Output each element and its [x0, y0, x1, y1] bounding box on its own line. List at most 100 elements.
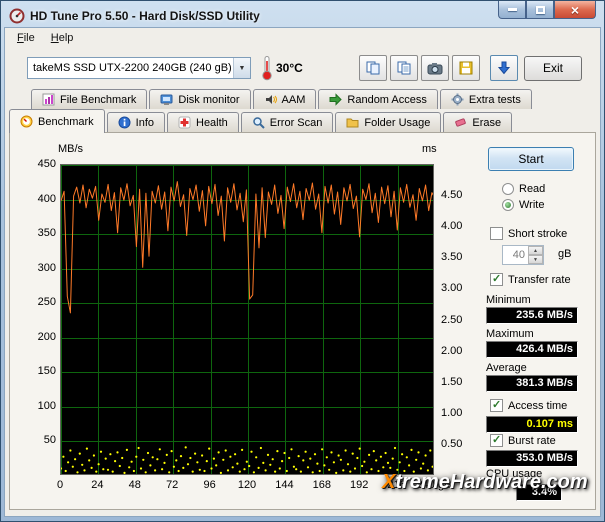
magnifier-icon [252, 116, 265, 129]
y-axis-right-tick: 2.50 [441, 314, 477, 326]
y-axis-left-tick: 50 [14, 434, 56, 446]
x-axis-tick: 192 [350, 479, 368, 491]
write-radio[interactable] [502, 199, 514, 211]
maximum-label: Maximum [486, 328, 534, 340]
tab-label: Error Scan [270, 117, 323, 129]
minimize-icon [508, 8, 517, 11]
access-time-row: ✓ Access time [490, 399, 567, 412]
read-radio-label: Read [519, 183, 545, 195]
y-axis-right-tick: 1.50 [441, 376, 477, 388]
stepper-up-button[interactable]: ▲ [528, 246, 543, 255]
y-axis-right-tick: 3.50 [441, 251, 477, 263]
menubar: File Help [5, 28, 600, 48]
short-stroke-checkbox[interactable]: ✓ [490, 227, 503, 240]
exit-button[interactable]: Exit [524, 56, 582, 81]
stepper-down-button[interactable]: ▼ [528, 255, 543, 264]
y-axis-left-tick: 400 [14, 193, 56, 205]
minimize-button[interactable] [498, 1, 526, 19]
burst-rate-row: ✓ Burst rate [490, 434, 556, 447]
tab-extra-tests[interactable]: Extra tests [440, 89, 532, 109]
watermark: XtremeHardware.com [382, 471, 588, 494]
camera-icon [427, 60, 443, 76]
short-stroke-value: 40 [503, 246, 528, 264]
access-time-checkbox[interactable]: ✓ [490, 399, 503, 412]
menu-file[interactable]: File [9, 30, 43, 46]
tab-disk-monitor[interactable]: Disk monitor [149, 89, 250, 109]
tab-benchmark[interactable]: Benchmark [9, 109, 105, 133]
write-radio-row: Write [502, 199, 544, 211]
radio-dot [505, 202, 511, 208]
copy-text-button[interactable] [359, 55, 387, 81]
chevron-down-icon[interactable]: ▼ [233, 58, 250, 78]
check-icon: ✓ [492, 274, 502, 285]
speaker-icon [264, 93, 277, 106]
transfer-rate-checkbox[interactable]: ✓ [490, 273, 503, 286]
tab-label: Random Access [347, 94, 426, 106]
window-title: HD Tune Pro 5.50 - Hard Disk/SSD Utility [30, 9, 260, 23]
save-icon [458, 60, 474, 76]
benchmark-gauge-icon [20, 115, 33, 128]
y-axis-left-tick: 250 [14, 296, 56, 308]
average-value: 381.3 MB/s [486, 375, 578, 392]
tab-random-access[interactable]: Random Access [318, 89, 437, 109]
copy-image-button[interactable] [390, 55, 418, 81]
tab-label: Extra tests [469, 94, 521, 106]
tab-error-scan[interactable]: Error Scan [241, 112, 334, 132]
burst-rate-label: Burst rate [508, 435, 556, 447]
x-axis-tick: 72 [166, 479, 178, 491]
drive-select[interactable]: takeMS SSD UTX-2200 240GB (240 gB) ▼ [27, 57, 251, 79]
menu-help[interactable]: Help [43, 30, 82, 46]
y-axis-right-tick: 1.00 [441, 407, 477, 419]
x-axis-tick: 120 [238, 479, 256, 491]
thermometer-icon [261, 55, 273, 81]
y-axis-left-tick: 350 [14, 227, 56, 239]
x-axis-tick: 96 [203, 479, 215, 491]
access-time-value: 0.107 ms [486, 416, 578, 433]
tab-label: Folder Usage [364, 117, 430, 129]
benchmark-chart [60, 164, 434, 475]
read-radio[interactable] [502, 183, 514, 195]
client-area: File Help takeMS SSD UTX-2200 240GB (240… [4, 27, 601, 517]
start-button[interactable]: Start [488, 147, 574, 171]
x-axis-tick: 168 [313, 479, 331, 491]
short-stroke-stepper[interactable]: 40 ▲ ▼ [502, 245, 544, 265]
tab-row-2: Benchmark Info Health Error Scan Folder … [9, 109, 600, 132]
file-benchmark-icon [42, 93, 55, 106]
health-cross-icon [178, 116, 191, 129]
info-icon [118, 116, 131, 129]
tab-health[interactable]: Health [167, 112, 239, 132]
short-stroke-unit: gB [558, 248, 571, 260]
y-axis-left-tick: 200 [14, 331, 56, 343]
close-button[interactable]: × [554, 1, 596, 19]
write-radio-label: Write [519, 199, 544, 211]
x-axis-tick: 24 [91, 479, 103, 491]
tab-aam[interactable]: AAM [253, 89, 317, 109]
burst-rate-value: 353.0 MB/s [486, 450, 578, 467]
tab-info[interactable]: Info [107, 112, 165, 132]
tab-folder-usage[interactable]: Folder Usage [335, 112, 441, 132]
tab-file-benchmark[interactable]: File Benchmark [31, 89, 147, 109]
tab-label: Benchmark [38, 116, 94, 128]
save-button[interactable] [452, 55, 480, 81]
y-axis-left-tick: 100 [14, 400, 56, 412]
x-axis-tick: 48 [129, 479, 141, 491]
x-axis-tick: 0 [57, 479, 63, 491]
hdtune-window: HD Tune Pro 5.50 - Hard Disk/SSD Utility… [0, 0, 605, 522]
y-axis-left-tick: 450 [14, 158, 56, 170]
right-axis-unit-label: ms [422, 143, 437, 155]
tab-erase[interactable]: Erase [443, 112, 512, 132]
check-icon: ✓ [492, 435, 502, 446]
update-download-button[interactable] [490, 55, 518, 81]
tab-label: File Benchmark [60, 94, 136, 106]
maximize-icon [536, 6, 545, 14]
x-axis-tick: 144 [275, 479, 293, 491]
stepper-buttons: ▲ ▼ [528, 246, 543, 264]
random-access-icon [329, 93, 342, 106]
tab-label: Health [196, 117, 228, 129]
maximize-button[interactable] [526, 1, 554, 19]
toolbar: takeMS SSD UTX-2200 240GB (240 gB) ▼ 30°… [5, 48, 600, 88]
benchmark-page: MB/s ms Start Read Write ✓ Short stroke … [9, 132, 596, 510]
disk-monitor-icon [160, 93, 173, 106]
screenshot-button[interactable] [421, 55, 449, 81]
burst-rate-checkbox[interactable]: ✓ [490, 434, 503, 447]
